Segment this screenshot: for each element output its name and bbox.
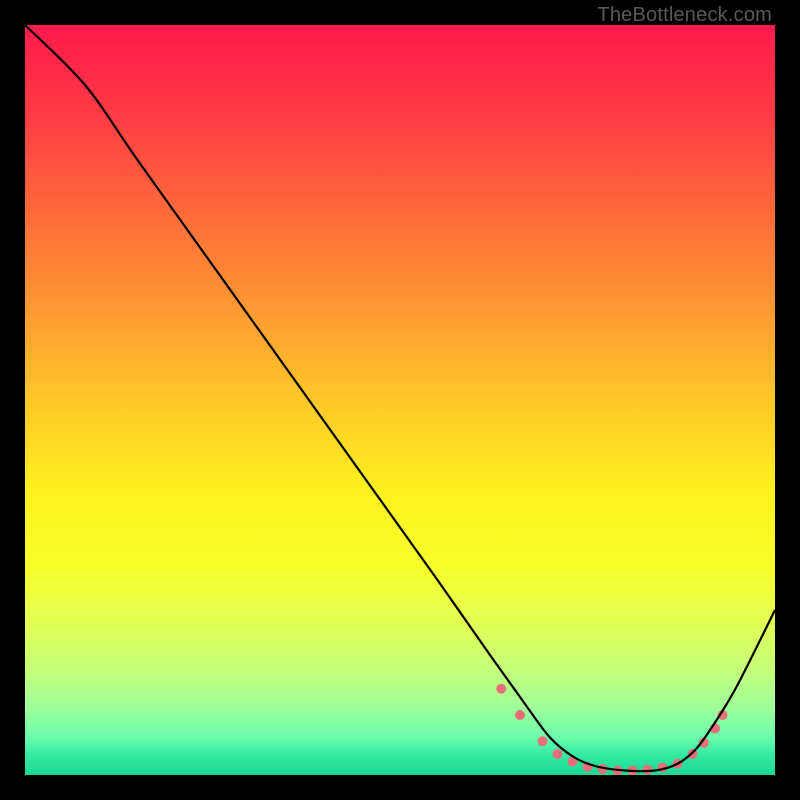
marker-dot bbox=[496, 684, 506, 694]
marker-dot bbox=[553, 749, 563, 759]
watermark-text: TheBottleneck.com bbox=[597, 4, 772, 27]
marker-dot bbox=[643, 765, 653, 775]
chart-svg bbox=[25, 25, 775, 775]
chart-plot-area bbox=[25, 25, 775, 775]
marker-dot bbox=[538, 736, 548, 746]
marker-dot bbox=[515, 710, 525, 720]
chart-background bbox=[25, 25, 775, 775]
